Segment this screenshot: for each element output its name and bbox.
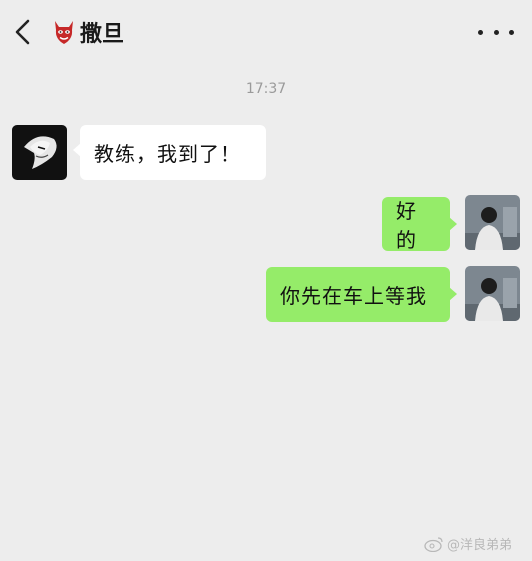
chevron-left-icon xyxy=(15,19,30,45)
message-bubble-sent[interactable]: 好的 xyxy=(382,197,457,252)
avatar-image xyxy=(465,195,520,250)
more-options-button[interactable] xyxy=(478,22,514,42)
contact-name: 撒旦 xyxy=(80,22,125,47)
message-text: 教练，我到了！ xyxy=(94,142,241,166)
weibo-watermark: @洋良弟弟 xyxy=(424,534,512,553)
devil-mask-icon xyxy=(55,21,73,44)
message-bubble-received[interactable]: 教练，我到了！ xyxy=(73,125,266,180)
back-button[interactable] xyxy=(10,16,38,48)
own-avatar[interactable] xyxy=(465,195,520,250)
chat-header: 撒旦 xyxy=(0,0,532,62)
message-text: 好的 xyxy=(396,199,417,252)
weibo-logo-icon xyxy=(424,536,443,552)
contact-avatar[interactable] xyxy=(12,125,67,180)
dot-icon xyxy=(478,29,483,35)
own-avatar[interactable] xyxy=(465,266,520,321)
chat-title-area[interactable]: 撒旦 xyxy=(52,15,124,49)
dot-icon xyxy=(509,29,514,35)
dot-icon xyxy=(493,29,499,35)
watermark-text: @洋良弟弟 xyxy=(447,538,513,553)
avatar-image xyxy=(465,266,520,321)
message-bubble-sent[interactable]: 你先在车上等我 xyxy=(266,267,457,322)
message-timestamp: 17:37 xyxy=(245,81,287,97)
avatar-image xyxy=(12,125,67,180)
message-text: 你先在车上等我 xyxy=(280,284,427,308)
